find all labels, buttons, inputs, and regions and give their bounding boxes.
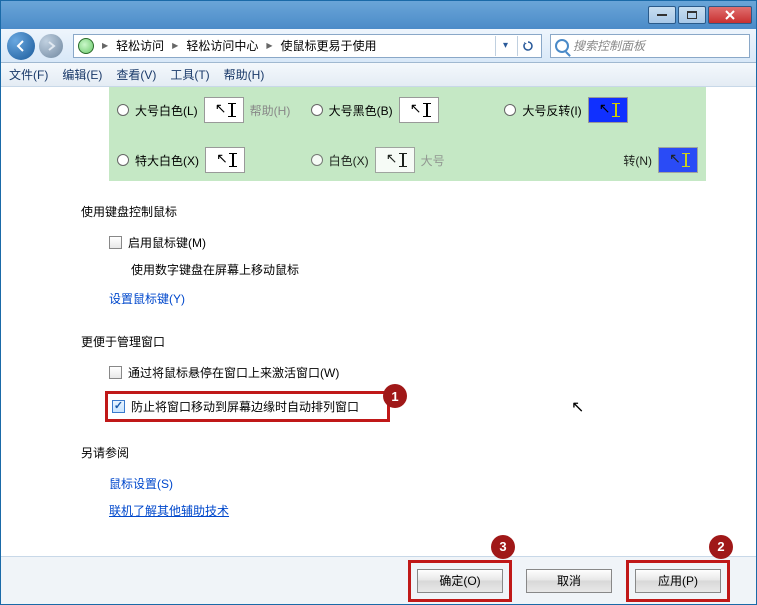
refresh-icon	[522, 40, 534, 52]
nav-back-button[interactable]	[7, 32, 35, 60]
menu-view[interactable]: 查看(V)	[116, 66, 156, 83]
nav-forward-button[interactable]	[39, 34, 63, 58]
chevron-right-icon[interactable]: ▶	[262, 41, 276, 50]
mouse-cursor-icon: ↖	[571, 397, 584, 417]
cursor-option-label: 大号反转(I)	[522, 102, 581, 119]
section-manage-windows: 更便于管理窗口 通过将鼠标悬停在窗口上来激活窗口(W) 防止将窗口移动到屏幕边缘…	[81, 333, 706, 422]
section-title: 另请参阅	[81, 444, 706, 461]
cursor-preview: ↖	[205, 147, 245, 173]
radio-icon	[117, 154, 129, 166]
refresh-button[interactable]	[517, 36, 537, 56]
cancel-button[interactable]: 取消	[526, 569, 612, 593]
link-mouse-settings[interactable]: 鼠标设置(S)	[109, 475, 173, 492]
section-title: 使用键盘控制鼠标	[81, 203, 706, 220]
section-keyboard-mouse: 使用键盘控制鼠标 启用鼠标键(M) 使用数字键盘在屏幕上移动鼠标 设置鼠标键(Y…	[81, 203, 706, 311]
cursor-preview: ↖	[658, 147, 698, 173]
chevron-right-icon[interactable]: ▶	[168, 41, 182, 50]
callout-2: 2	[709, 535, 733, 559]
link-online-assistive[interactable]: 联机了解其他辅助技术	[109, 502, 229, 519]
cursor-option-label: 白色(X)	[329, 152, 369, 169]
cursor-option-label: 大号白色(L)	[135, 102, 198, 119]
dialog-footer: 3 确定(O) 取消 2 应用(P)	[1, 556, 756, 604]
back-icon	[14, 39, 28, 53]
checkbox-hover-activate[interactable]: 通过将鼠标悬停在窗口上来激活窗口(W)	[109, 364, 706, 381]
checkbox-icon-checked[interactable]	[112, 400, 125, 413]
cursor-preview: ↖	[588, 97, 628, 123]
cursor-option-large-inverse[interactable]: 大号反转(I) ↖	[504, 97, 698, 123]
cursor-option-large-white[interactable]: 大号白色(L) ↖ 帮助(H)	[117, 97, 311, 123]
callout-3: 3	[491, 535, 515, 559]
content-area: 大号白色(L) ↖ 帮助(H) 大号黑色(B) ↖ 大号反转(I) ↖ 特大白色…	[1, 87, 756, 556]
close-button[interactable]	[708, 6, 752, 24]
ghost-label: 帮助(H)	[250, 102, 291, 119]
highlight-box-2: 2 应用(P)	[626, 560, 730, 602]
breadcrumb-item[interactable]: 轻松访问中心	[186, 37, 258, 54]
cursor-option-label: 转(N)	[623, 152, 652, 169]
minimize-button[interactable]	[648, 6, 676, 24]
radio-icon	[117, 104, 129, 116]
breadcrumb-bar[interactable]: ▶ 轻松访问 ▶ 轻松访问中心 ▶ 使鼠标更易于使用 ▾	[73, 34, 542, 58]
cursor-option-xl-white[interactable]: 特大白色(X) ↖	[117, 147, 311, 173]
menu-edit[interactable]: 编辑(E)	[62, 66, 102, 83]
callout-1: 1	[383, 384, 407, 408]
mousekeys-description: 使用数字键盘在屏幕上移动鼠标	[131, 261, 706, 278]
checkbox-enable-mousekeys[interactable]: 启用鼠标键(M)	[109, 234, 706, 251]
menubar: 文件(F) 编辑(E) 查看(V) 工具(T) 帮助(H)	[1, 63, 756, 87]
titlebar	[1, 1, 756, 29]
checkbox-label: 通过将鼠标悬停在窗口上来激活窗口(W)	[128, 364, 339, 381]
menu-help[interactable]: 帮助(H)	[224, 66, 265, 83]
cursor-scheme-panel: 大号白色(L) ↖ 帮助(H) 大号黑色(B) ↖ 大号反转(I) ↖ 特大白色…	[109, 87, 706, 181]
search-icon	[555, 39, 569, 53]
maximize-button[interactable]	[678, 6, 706, 24]
breadcrumb-dropdown[interactable]: ▾	[495, 36, 515, 56]
breadcrumb-item[interactable]: 使鼠标更易于使用	[281, 37, 377, 54]
link-setup-mousekeys[interactable]: 设置鼠标键(Y)	[109, 290, 185, 307]
breadcrumb-item[interactable]: 轻松访问	[116, 37, 164, 54]
checkbox-label-prevent-arrange[interactable]: 防止将窗口移动到屏幕边缘时自动排列窗口	[131, 398, 359, 415]
cursor-option-white[interactable]: 白色(X) ↖ 大号	[311, 147, 505, 173]
nav-toolbar: ▶ 轻松访问 ▶ 轻松访问中心 ▶ 使鼠标更易于使用 ▾ 搜索控制面板	[1, 29, 756, 63]
checkbox-label: 启用鼠标键(M)	[128, 234, 206, 251]
radio-icon	[311, 154, 323, 166]
checkbox-icon	[109, 366, 122, 379]
forward-icon	[46, 41, 56, 51]
ok-button[interactable]: 确定(O)	[417, 569, 503, 593]
cursor-option-label: 特大白色(X)	[135, 152, 199, 169]
search-placeholder: 搜索控制面板	[573, 37, 645, 54]
cursor-option-inverse-partial[interactable]: 转(N) ↖	[504, 147, 698, 173]
apply-button[interactable]: 应用(P)	[635, 569, 721, 593]
section-title: 更便于管理窗口	[81, 333, 706, 350]
radio-icon	[311, 104, 323, 116]
highlight-box-1: 防止将窗口移动到屏幕边缘时自动排列窗口	[105, 391, 390, 422]
cursor-preview: ↖	[375, 147, 415, 173]
ease-of-access-icon	[78, 38, 94, 54]
menu-tools[interactable]: 工具(T)	[170, 66, 209, 83]
highlight-box-3: 3 确定(O)	[408, 560, 512, 602]
radio-icon	[504, 104, 516, 116]
cursor-preview: ↖	[399, 97, 439, 123]
chevron-right-icon[interactable]: ▶	[98, 41, 112, 50]
cursor-option-large-black[interactable]: 大号黑色(B) ↖	[311, 97, 505, 123]
cursor-option-label: 大号黑色(B)	[329, 102, 393, 119]
cursor-preview: ↖	[204, 97, 244, 123]
menu-file[interactable]: 文件(F)	[9, 66, 48, 83]
ghost-label: 大号	[421, 152, 445, 169]
search-input[interactable]: 搜索控制面板	[550, 34, 750, 58]
section-see-also: 另请参阅 鼠标设置(S) 联机了解其他辅助技术	[81, 444, 706, 523]
checkbox-icon	[109, 236, 122, 249]
